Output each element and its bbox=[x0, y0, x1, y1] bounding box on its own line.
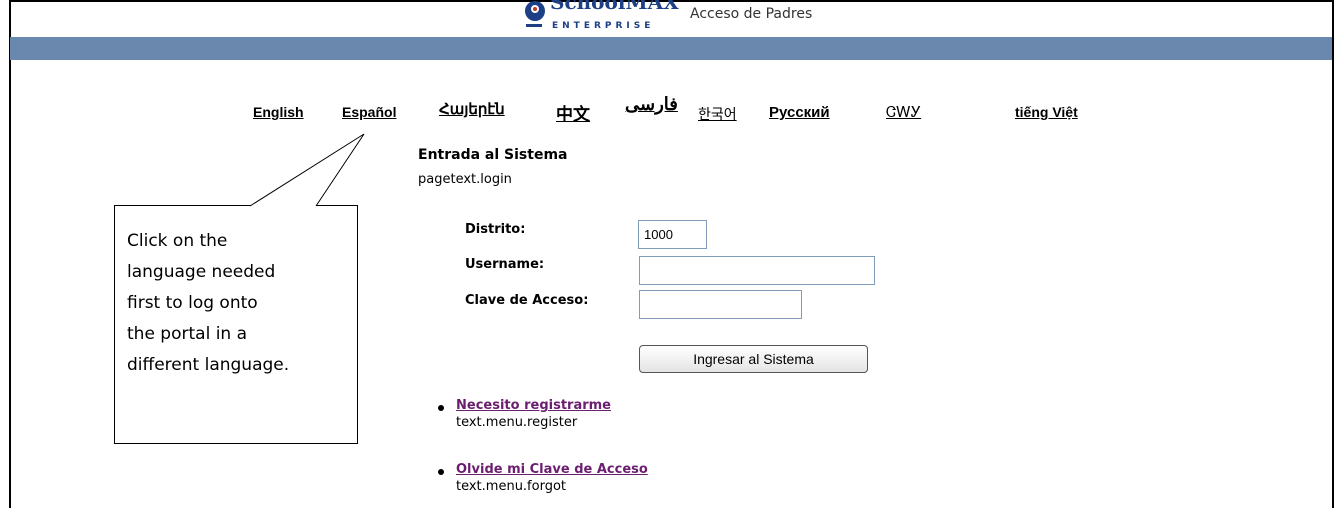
district-field[interactable] bbox=[638, 220, 707, 249]
forgot-password-subtext: text.menu.forgot bbox=[456, 479, 567, 494]
callout-text: Click on the language needed first to lo… bbox=[127, 231, 290, 375]
lang-link-espanol[interactable]: Español bbox=[342, 104, 396, 120]
register-link[interactable]: Necesito registrarme bbox=[456, 398, 611, 413]
lang-link-english[interactable]: English bbox=[253, 104, 304, 120]
password-label: Clave de Acceso: bbox=[465, 293, 589, 308]
password-field[interactable] bbox=[639, 290, 802, 319]
bullet-icon bbox=[438, 469, 444, 475]
district-label: Distrito: bbox=[465, 222, 526, 237]
schoolmax-logo: SchoolMAX ENTERPRISE bbox=[524, 0, 684, 36]
lang-link-korean[interactable]: 한국어 bbox=[698, 104, 737, 124]
username-label: Username: bbox=[465, 257, 545, 272]
register-subtext: text.menu.register bbox=[456, 415, 578, 430]
logo-shield-icon bbox=[525, 1, 545, 21]
login-submit-button[interactable]: Ingresar al Sistema bbox=[639, 345, 868, 373]
bullet-icon bbox=[438, 405, 444, 411]
logo-subtext: ENTERPRISE bbox=[552, 21, 655, 31]
login-subtitle: pagetext.login bbox=[418, 172, 512, 187]
page-header-title: Acceso de Padres bbox=[690, 6, 813, 22]
header-bar bbox=[10, 37, 1332, 60]
lang-link-chinese[interactable]: 中文 bbox=[556, 100, 590, 125]
username-field[interactable] bbox=[639, 256, 875, 285]
lang-link-vietnamese[interactable]: tiếng Việt bbox=[1015, 104, 1078, 120]
logo-text: SchoolMAX bbox=[550, 0, 679, 14]
lang-link-farsi[interactable]: فارسی bbox=[625, 94, 678, 115]
instruction-callout: Click on the language needed first to lo… bbox=[114, 205, 358, 444]
lang-link-armenian[interactable]: Հայերէն bbox=[439, 100, 505, 118]
login-title: Entrada al Sistema bbox=[418, 147, 568, 163]
forgot-password-link[interactable]: Olvide mi Clave de Acceso bbox=[456, 462, 648, 477]
logo-underline bbox=[526, 24, 542, 27]
lang-link-cherokee[interactable]: ᏣᎳᎩ bbox=[886, 104, 921, 121]
lang-link-russian[interactable]: Русский bbox=[769, 104, 830, 121]
